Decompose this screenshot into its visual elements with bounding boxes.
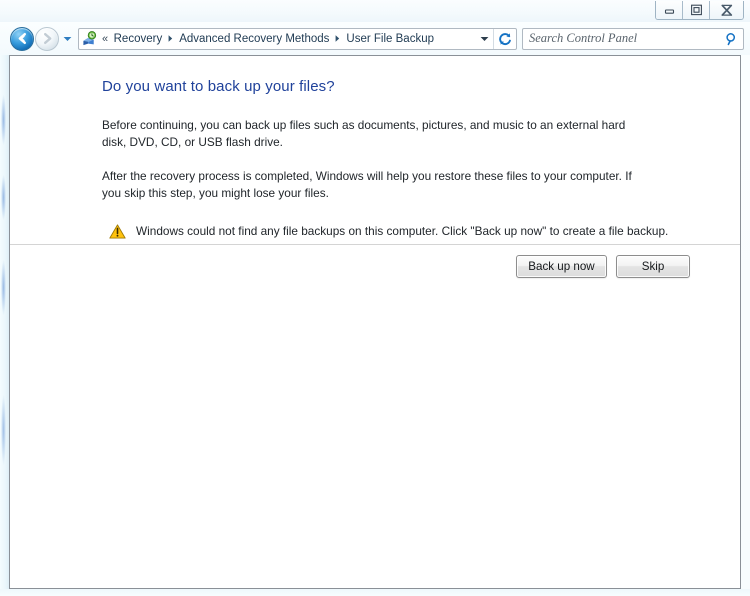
restore-icon — [690, 4, 702, 16]
paragraph-recovery-note: After the recovery process is completed,… — [102, 169, 632, 200]
warning-message: Windows could not find any file backups … — [109, 223, 710, 244]
restore-button[interactable] — [683, 1, 710, 19]
breadcrumb-separator-icon[interactable] — [165, 34, 176, 43]
control-panel-window: « Recovery Advanced Recovery Methods Use… — [0, 0, 750, 596]
search-input[interactable] — [523, 31, 721, 46]
paragraph-backup-intro: Before continuing, you can back up files… — [102, 118, 626, 149]
search-button[interactable] — [721, 32, 743, 46]
action-button-row: Back up now Skip — [516, 255, 690, 278]
minimize-button[interactable] — [656, 1, 683, 19]
warning-triangle-icon — [109, 224, 126, 239]
refresh-button[interactable] — [493, 28, 516, 49]
skip-button[interactable]: Skip — [616, 255, 690, 278]
close-icon — [720, 4, 732, 16]
nav-arrow-group — [6, 26, 74, 51]
breadcrumb-item-user-file-backup[interactable]: User File Backup — [343, 32, 437, 46]
chevron-right-icon — [168, 35, 173, 42]
breadcrumb-overflow-chevrons[interactable]: « — [99, 33, 111, 45]
warning-icon-slot — [109, 224, 127, 244]
breadcrumb: « Recovery Advanced Recovery Methods Use… — [99, 32, 475, 46]
breadcrumb-separator-icon-2[interactable] — [332, 34, 343, 43]
page-body: Do you want to back up your files? Befor… — [10, 56, 740, 244]
refresh-icon — [499, 32, 511, 45]
address-bar[interactable]: « Recovery Advanced Recovery Methods Use… — [78, 27, 517, 50]
chevron-down-icon — [63, 36, 71, 41]
window-bottom-edge — [0, 589, 750, 596]
back-up-now-button[interactable]: Back up now — [516, 255, 607, 278]
forward-button[interactable] — [35, 26, 59, 51]
recovery-clock-icon — [82, 31, 96, 46]
back-arrow-icon — [18, 33, 26, 44]
forward-arrow-icon — [43, 33, 51, 44]
chevron-right-icon — [336, 35, 340, 42]
window-controls — [655, 1, 744, 20]
page-title: Do you want to back up your files? — [102, 78, 335, 95]
close-button[interactable] — [710, 1, 743, 19]
content-separator — [10, 244, 740, 245]
chevron-down-icon — [480, 36, 488, 41]
warning-text: Windows could not find any file backups … — [136, 224, 669, 238]
address-history-dropdown[interactable] — [475, 29, 493, 49]
title-bar — [0, 0, 750, 22]
navigation-bar: « Recovery Advanced Recovery Methods Use… — [0, 22, 750, 55]
breadcrumb-item-recovery[interactable]: Recovery — [111, 32, 166, 46]
minimize-icon — [664, 8, 674, 14]
content-frame: Do you want to back up your files? Befor… — [9, 55, 741, 589]
user-file-backup-page: Do you want to back up your files? Befor… — [10, 56, 740, 588]
recent-pages-button[interactable] — [60, 28, 74, 50]
address-bar-icon-slot — [79, 31, 99, 46]
back-button[interactable] — [10, 26, 34, 51]
window-left-edge — [0, 55, 9, 589]
breadcrumb-item-advanced-recovery-methods[interactable]: Advanced Recovery Methods — [176, 32, 332, 46]
search-icon — [726, 32, 736, 45]
search-box[interactable] — [522, 27, 744, 50]
